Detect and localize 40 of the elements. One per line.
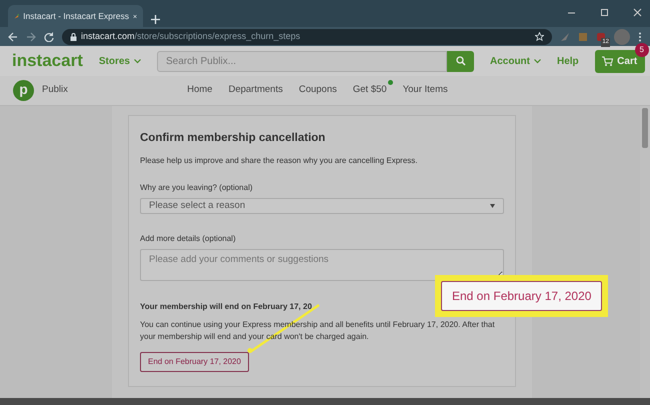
- logo-text[interactable]: instacart: [12, 48, 83, 74]
- intro-text: Please help us improve and share the reason why you are cancelling Express.: [140, 155, 418, 168]
- new-tab-icon[interactable]: [151, 15, 160, 24]
- address-bar[interactable]: instacart.com/store/subscriptions/express_churn_steps: [62, 28, 552, 44]
- nav-link[interactable]: Home: [187, 83, 212, 98]
- menu-icon[interactable]: [638, 32, 642, 42]
- nav-link[interactable]: Departments: [228, 83, 283, 98]
- nav-link[interactable]: Coupons: [298, 83, 337, 98]
- store-logo[interactable]: p: [13, 80, 34, 101]
- field-label: Add more details (optional): [140, 233, 237, 246]
- help-link[interactable]: Help: [557, 54, 579, 68]
- end-membership-button[interactable]: End on February 17, 2020: [140, 352, 249, 372]
- search-field[interactable]: Search Publix...: [157, 50, 447, 72]
- caret-icon: [534, 58, 541, 64]
- carrot-icon: [14, 12, 20, 20]
- account-menu[interactable]: Account: [490, 54, 541, 68]
- form-title: Confirm membership cancellation: [140, 131, 326, 146]
- lock-icon: [70, 32, 77, 40]
- browser-tab[interactable]: Instacart - Instacart Express: [8, 5, 143, 27]
- reason-select[interactable]: Please select a reason: [140, 198, 504, 214]
- nav-link[interactable]: Get $50: [352, 83, 387, 98]
- cart-icon: [602, 56, 614, 66]
- nav-link[interactable]: Your Items: [402, 83, 448, 98]
- stores-menu[interactable]: Stores: [98, 54, 141, 68]
- store-name: Publix: [42, 83, 68, 98]
- star-icon[interactable]: [535, 32, 544, 41]
- field-label: Why are you leaving? (optional): [140, 182, 254, 194]
- close-icon[interactable]: [633, 8, 642, 17]
- close-icon[interactable]: [132, 12, 137, 20]
- callout-label: End on February 17, 2020: [441, 281, 602, 311]
- maximize-icon[interactable]: [600, 8, 609, 17]
- back-icon[interactable]: [8, 32, 18, 42]
- end-heading: Your membership will end on February 17, 20: [140, 301, 312, 314]
- reload-icon[interactable]: [44, 32, 54, 42]
- url-text: instacart.com/store/subscriptions/express_churn_steps: [81, 30, 302, 43]
- search-icon: [456, 56, 466, 66]
- search-button[interactable]: [447, 50, 474, 72]
- caret-icon: [134, 58, 141, 64]
- caret-icon: [490, 204, 495, 208]
- details-field[interactable]: Please add your comments or suggestions: [140, 249, 504, 282]
